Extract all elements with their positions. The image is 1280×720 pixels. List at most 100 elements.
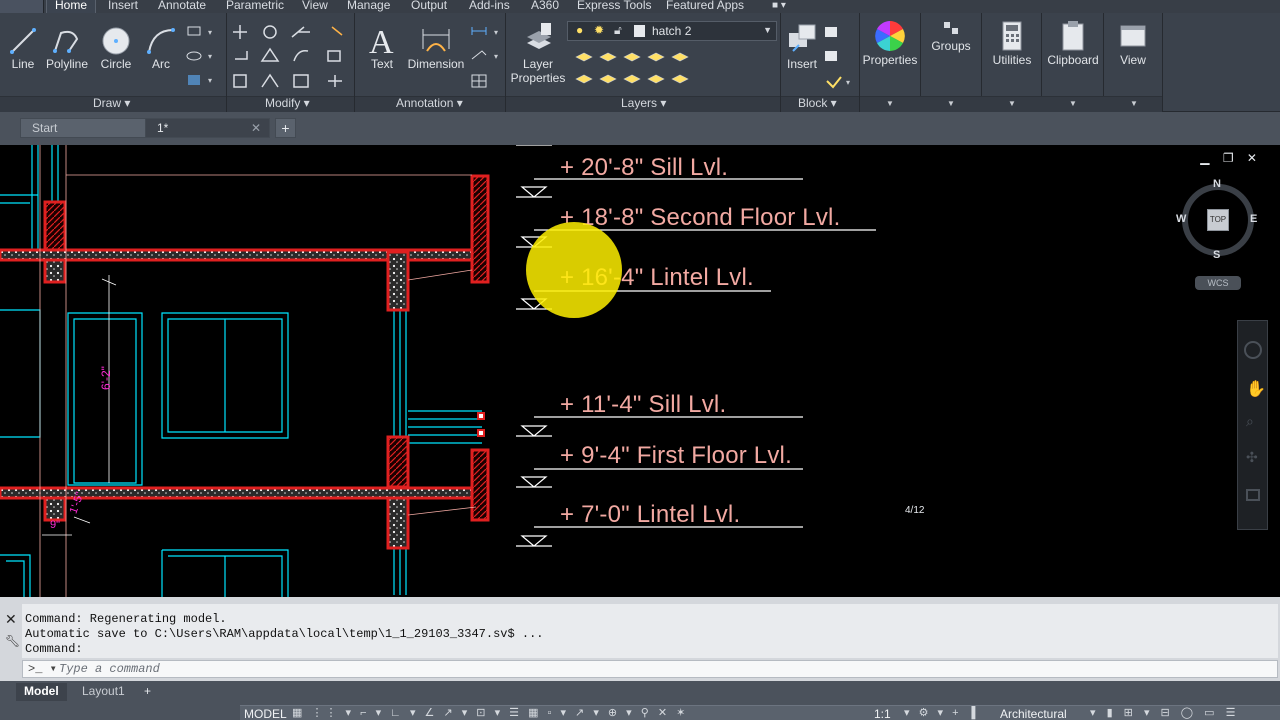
ribbon-options-icon[interactable]: ■ ▾: [772, 0, 798, 12]
tab-model[interactable]: Model: [16, 683, 67, 701]
tab-annotate[interactable]: Annotate: [150, 0, 214, 13]
viewcube-top-face[interactable]: TOP: [1207, 209, 1229, 231]
tab-layout1[interactable]: Layout1: [74, 683, 133, 701]
block-panel-title[interactable]: Block ▾: [798, 96, 837, 111]
insert-block-button[interactable]: Insert: [783, 21, 821, 71]
status-toggle-icons[interactable]: ▦ ⋮⋮ ▾ ⌐ ▾ ∟ ▾ ∠ ↗ ▾ ⊡ ▾ ☰ ▦ ▫ ▾ ↗ ▾ ⊕ ▾…: [292, 706, 688, 719]
close-icon[interactable]: ✕: [5, 611, 17, 628]
tab-featured-apps[interactable]: Featured Apps: [658, 0, 752, 13]
tab-drawing-1[interactable]: 1* ✕: [145, 118, 270, 138]
navigation-bar[interactable]: ✋ ⌕ ✣: [1237, 320, 1268, 530]
arc-button[interactable]: Arc: [143, 25, 179, 71]
command-prompt-icon[interactable]: >_ ▾: [28, 661, 57, 677]
tab-output[interactable]: Output: [403, 0, 455, 13]
annotation-scale[interactable]: 1:1: [874, 707, 891, 720]
groups-icon: [944, 22, 958, 34]
units-selector[interactable]: Architectural: [1000, 707, 1067, 720]
showmotion-icon[interactable]: [1246, 489, 1260, 501]
tab-parametric[interactable]: Parametric: [218, 0, 292, 13]
current-layer-name: hatch 2: [652, 24, 692, 38]
tab-manage[interactable]: Manage: [339, 0, 398, 13]
layer-dropdown[interactable]: ● ✹ 🔓︎ hatch 2 ▼: [567, 21, 777, 41]
line-button[interactable]: Line: [5, 25, 41, 71]
scale-note: 4/12: [905, 505, 925, 516]
chevron-down-icon[interactable]: ▼: [886, 99, 894, 108]
annotation-small-tools-icon[interactable]: ▾ ▾: [470, 23, 504, 89]
model-space-toggle[interactable]: MODEL: [244, 707, 287, 720]
layer-properties-icon: [527, 23, 551, 49]
command-history-line: Automatic save to C:\Users\RAM\appdata\l…: [25, 627, 544, 641]
svg-text:▾: ▾: [494, 28, 498, 37]
layer-tools-icon[interactable]: [572, 45, 692, 91]
dimension-button[interactable]: Dimension: [405, 21, 467, 71]
orbit-icon[interactable]: ✣: [1246, 449, 1258, 466]
chevron-down-icon[interactable]: ▼: [1130, 99, 1138, 108]
chevron-down-icon[interactable]: ▼: [1008, 99, 1016, 108]
block-small-tools-icon[interactable]: ▾: [822, 23, 856, 89]
circle-icon: [102, 27, 130, 55]
status-tray-icons[interactable]: ▾ ▮ ⊞ ▾ ⊟ ◯ ▭ ☰: [1090, 706, 1240, 719]
arc-icon: [147, 28, 175, 54]
compass-north[interactable]: N: [1213, 178, 1221, 190]
zoom-icon[interactable]: ⌕: [1246, 413, 1254, 430]
compass-west[interactable]: W: [1176, 213, 1186, 225]
workspace-gear-icon[interactable]: ▾ ⚙ ▾ + ▐: [904, 706, 978, 719]
command-line-window: ✕ 🔧︎ Command: Regenerating model. Automa…: [0, 597, 1280, 681]
clipboard-icon: [1062, 21, 1084, 51]
steering-wheel-icon[interactable]: [1244, 341, 1262, 359]
viewport-window-controls[interactable]: ▁ ❐ ✕: [1200, 151, 1262, 165]
view-button[interactable]: View: [1110, 19, 1156, 67]
level-label: + 20'-8" Sill Lvl.: [560, 154, 729, 181]
circle-button[interactable]: Circle: [96, 25, 136, 71]
close-icon[interactable]: ✕: [251, 119, 261, 137]
autocad-window: Home Insert Annotate Parametric View Man…: [0, 0, 1280, 720]
tab-express-tools[interactable]: Express Tools: [569, 0, 659, 13]
modify-panel-title[interactable]: Modify ▾: [265, 96, 310, 111]
add-layout-button[interactable]: +: [136, 683, 159, 701]
tab-start[interactable]: Start: [20, 118, 146, 138]
layer-on-icon: ●: [576, 23, 584, 37]
tab-home[interactable]: Home: [46, 0, 97, 13]
svg-text:▾: ▾: [846, 78, 850, 87]
wcs-menu[interactable]: WCS: [1195, 276, 1241, 290]
wrench-icon[interactable]: 🔧︎: [5, 634, 20, 648]
tab-insert[interactable]: Insert: [100, 0, 146, 13]
svg-text:A: A: [369, 24, 394, 57]
ribbon-tab-bar: Home Insert Annotate Parametric View Man…: [0, 0, 1280, 13]
tab-a360[interactable]: A360: [523, 0, 567, 13]
compass-east[interactable]: E: [1250, 213, 1257, 225]
layer-properties-button[interactable]: Layer Properties: [509, 21, 567, 85]
layers-panel-title[interactable]: Layers ▾: [621, 96, 666, 111]
compass-south[interactable]: S: [1213, 249, 1220, 261]
utilities-button[interactable]: Utilities: [986, 19, 1038, 67]
drawing-canvas[interactable]: + 20'-8" Sill Lvl. + 18'-8" Second Floor…: [0, 145, 1280, 597]
annotation-panel-title[interactable]: Annotation ▾: [396, 96, 463, 111]
draw-small-tools-icon[interactable]: ▾ ▾ ▾: [186, 23, 220, 89]
pan-hand-icon[interactable]: ✋: [1246, 379, 1266, 399]
properties-button[interactable]: Properties: [862, 19, 918, 67]
command-history: Command: Regenerating model. Automatic s…: [22, 604, 1278, 658]
groups-button[interactable]: Groups: [926, 19, 976, 53]
chevron-down-icon[interactable]: ▼: [947, 99, 955, 108]
new-tab-button[interactable]: +: [275, 118, 296, 138]
text-icon: A: [369, 24, 394, 57]
dimension-icon: [422, 29, 450, 52]
tab-view[interactable]: View: [294, 0, 336, 13]
tab-add-ins[interactable]: Add-ins: [461, 0, 518, 13]
text-button[interactable]: A Text: [362, 21, 402, 71]
layer-thaw-icon: ✹: [594, 23, 605, 37]
viewcube[interactable]: TOP N S E W: [1176, 178, 1260, 262]
status-bar: MODEL ▦ ⋮⋮ ▾ ⌐ ▾ ∟ ▾ ∠ ↗ ▾ ⊡ ▾ ☰ ▦ ▫ ▾ ↗…: [240, 705, 1280, 720]
insert-block-icon: [789, 24, 816, 52]
polyline-button[interactable]: Polyline: [44, 25, 90, 71]
modify-tools-icon[interactable]: [232, 21, 352, 93]
application-menu-button[interactable]: [0, 0, 44, 13]
dimension-label: 6'-2": [98, 366, 113, 390]
line-icon: [10, 28, 36, 54]
chevron-down-icon[interactable]: ▼: [1069, 99, 1077, 108]
calculator-icon: [1002, 21, 1022, 51]
command-history-line: Command: Regenerating model.: [25, 612, 227, 626]
command-input[interactable]: >_ ▾ Type a command: [22, 660, 1278, 678]
clipboard-button[interactable]: Clipboard: [1045, 19, 1101, 67]
draw-panel-title[interactable]: Draw ▾: [93, 96, 130, 111]
